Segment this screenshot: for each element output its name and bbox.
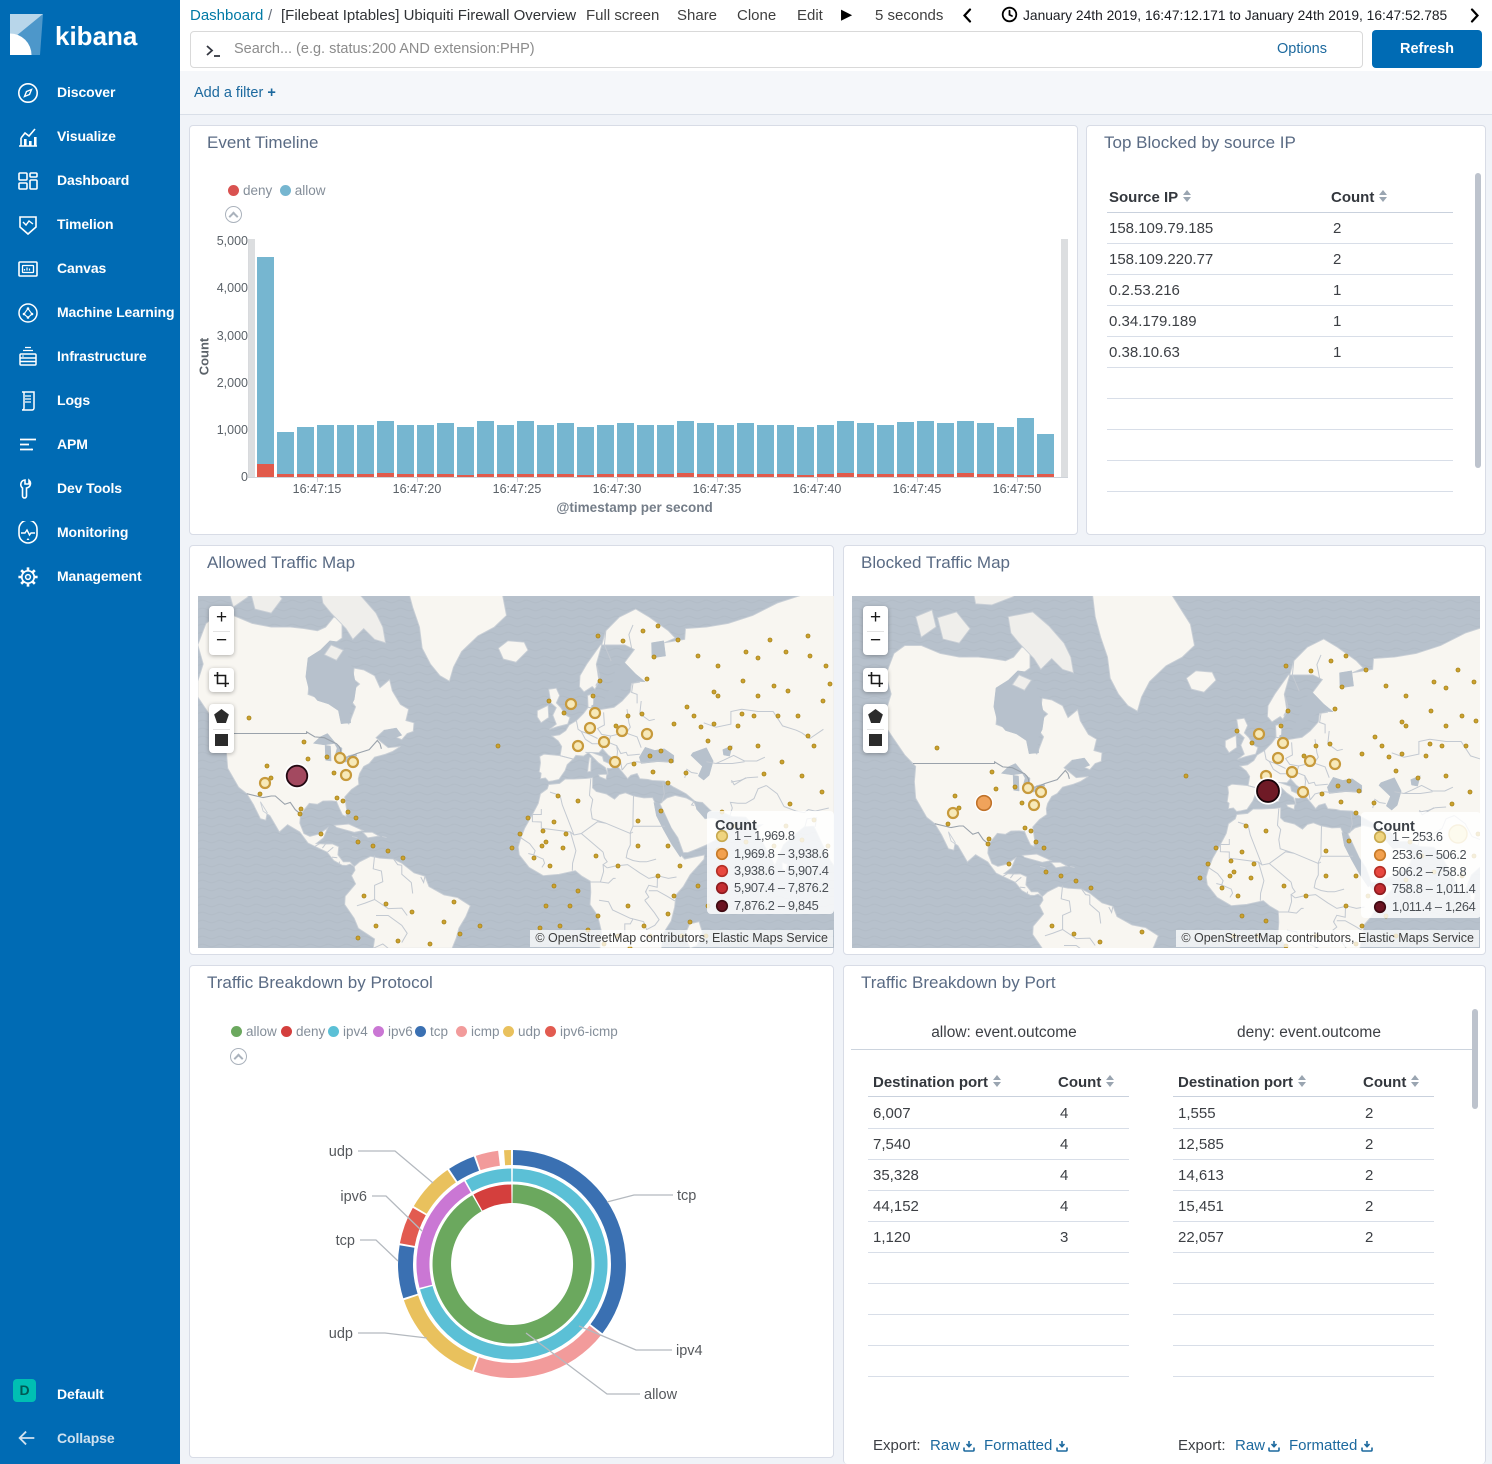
svg-text:tcp: tcp <box>336 1233 355 1249</box>
svg-text:udp: udp <box>329 1326 353 1342</box>
svg-text:ipv6: ipv6 <box>340 1189 367 1205</box>
svg-text:tcp: tcp <box>677 1188 696 1204</box>
svg-text:udp: udp <box>329 1144 353 1160</box>
svg-text:allow: allow <box>644 1387 678 1403</box>
svg-text:ipv4: ipv4 <box>676 1343 703 1359</box>
